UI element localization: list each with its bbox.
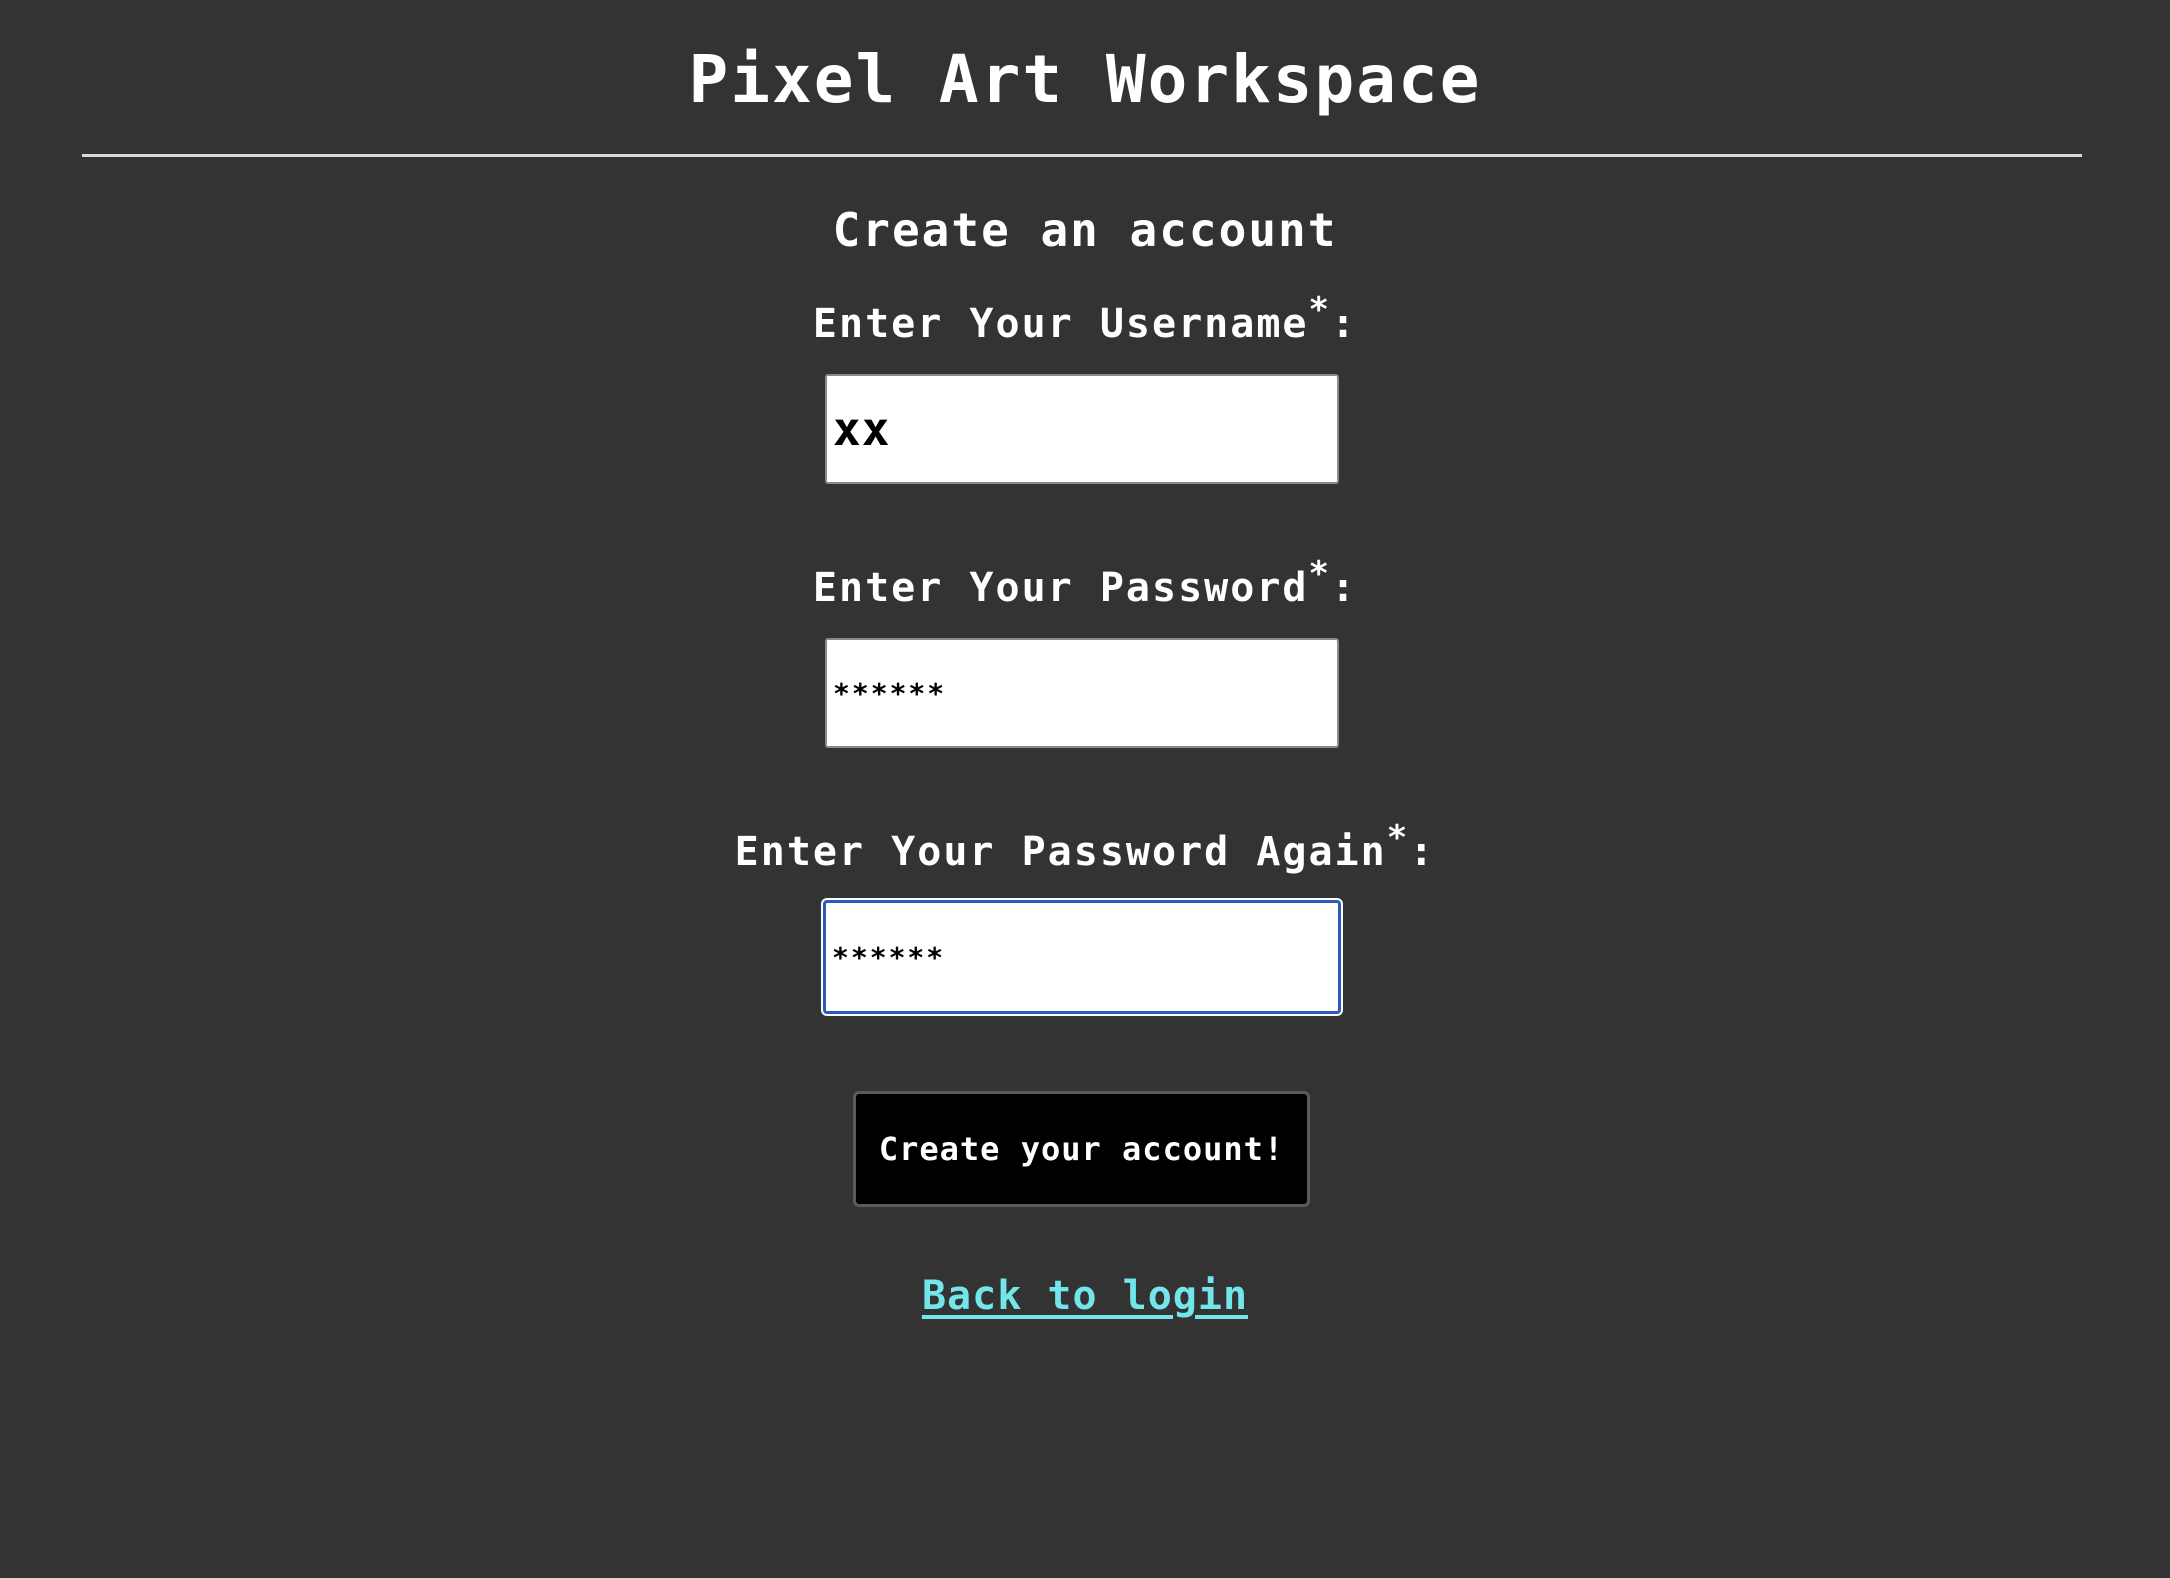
- required-marker: *: [1308, 290, 1331, 330]
- username-label: Enter Your Username*:: [0, 290, 2170, 354]
- password-input[interactable]: [825, 638, 1339, 748]
- required-marker: *: [1308, 554, 1331, 594]
- back-to-login-link[interactable]: Back to login: [922, 1273, 1248, 1319]
- label-colon: :: [1330, 565, 1358, 611]
- password-again-label-text: Enter Your Password Again: [734, 829, 1387, 875]
- password-label: Enter Your Password*:: [0, 554, 2170, 618]
- password-again-label: Enter Your Password Again*:: [0, 818, 2170, 882]
- label-colon: :: [1330, 301, 1358, 347]
- username-label-text: Enter Your Username: [812, 301, 1309, 347]
- required-marker: *: [1386, 818, 1410, 858]
- header-divider: [82, 154, 2082, 157]
- back-link-container: Back to login: [0, 1268, 2170, 1324]
- create-account-button[interactable]: Create your account!: [853, 1091, 1310, 1207]
- app-title: Pixel Art Workspace: [688, 41, 1482, 118]
- label-colon: :: [1409, 829, 1436, 875]
- password-label-text: Enter Your Password: [812, 565, 1309, 611]
- password-again-input[interactable]: [823, 900, 1341, 1014]
- form-heading: Create an account: [832, 203, 1338, 257]
- username-input[interactable]: [825, 374, 1339, 484]
- signup-page: Pixel Art Workspace Create an account En…: [0, 0, 2170, 1578]
